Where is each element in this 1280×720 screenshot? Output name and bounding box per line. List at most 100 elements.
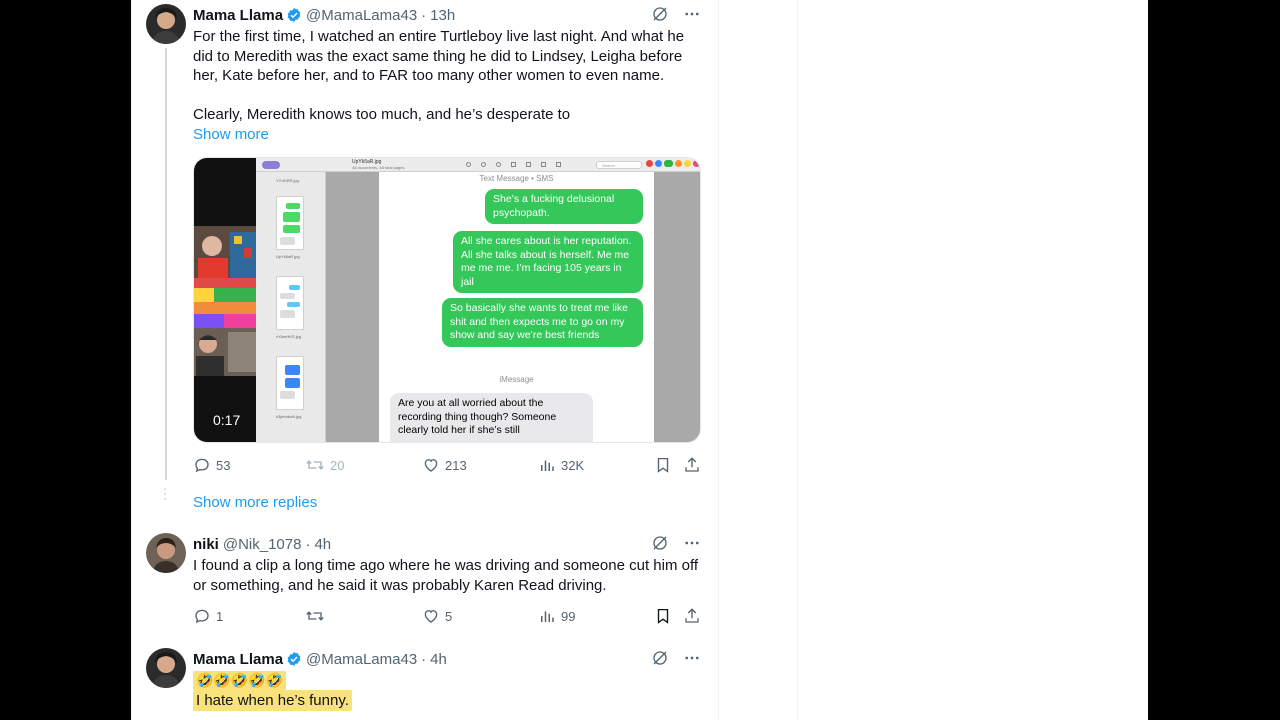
timestamp[interactable]: 4h: [430, 651, 447, 668]
heart-icon: [424, 459, 438, 472]
tweet-header: niki @Nik_1078 · 4h: [193, 534, 701, 554]
more-options-icon[interactable]: [683, 534, 701, 552]
column-divider-mid: [718, 0, 719, 720]
message-bubble-sent: She’s a fucking delusional psychopath.: [485, 189, 643, 224]
tweet[interactable]: Mama Llama @MamaLama43 · 4h 🤣🤣🤣🤣🤣 I hate…: [193, 649, 701, 711]
webcam-top: [194, 226, 256, 278]
message-bubble-sent: All she cares about is her reputation. A…: [453, 231, 643, 293]
reply-button[interactable]: 1: [193, 607, 223, 625]
emoji-highlight: 🤣🤣🤣🤣🤣: [193, 671, 287, 690]
tweet[interactable]: Mama Llama @MamaLama43 · 13h For the fir…: [193, 5, 701, 145]
sidebar-toggle-icon[interactable]: [262, 161, 280, 169]
repost-icon: [306, 611, 324, 621]
like-count: 213: [445, 457, 467, 473]
share-icon: [685, 608, 699, 623]
bookmark-icon: [657, 608, 669, 624]
avatar[interactable]: [146, 4, 186, 44]
handle[interactable]: @MamaLama43: [306, 651, 417, 668]
doc-viewer: UpYk5aR.jpg 48 documents, 48 total pages…: [256, 158, 700, 442]
video-left-panel: 0:17: [194, 158, 256, 442]
repost-icon: [306, 460, 324, 470]
timestamp[interactable]: 4h: [314, 536, 331, 553]
like-button[interactable]: 5: [422, 607, 452, 625]
show-more-link[interactable]: Show more: [193, 125, 269, 145]
share-button[interactable]: [683, 456, 701, 474]
tweet-actions: 53 20 213 32K: [193, 456, 701, 476]
more-options-icon[interactable]: [683, 649, 701, 667]
thumb-label: k3jmmkw6.jpg: [276, 414, 302, 419]
column-divider-left: [131, 0, 132, 720]
views-count: 99: [561, 608, 576, 624]
show-more-replies-link[interactable]: Show more replies: [193, 494, 317, 511]
toolbar-icons: [466, 162, 606, 168]
repost-button[interactable]: 20: [305, 456, 344, 474]
doc-margin-left: [326, 172, 379, 442]
separator-dot: ·: [305, 535, 311, 553]
message-bubble-sent: So basically she wants to treat me like …: [442, 298, 643, 347]
header-actions: [651, 649, 701, 667]
message-bubble-received: Are you at all worried about the recordi…: [390, 393, 593, 442]
grok-icon[interactable]: [651, 534, 669, 552]
thumb-label: UpYk5aR.jpg: [276, 254, 300, 259]
views-icon: [541, 611, 554, 622]
display-name[interactable]: Mama Llama: [193, 7, 283, 24]
video-media[interactable]: 0:17 UpYk5aR.jpg 48 documents, 48 total …: [193, 157, 701, 443]
tweet-header: Mama Llama @MamaLama43 · 4h: [193, 649, 701, 669]
tweet-actions: 1 5 99: [193, 607, 701, 627]
column-divider-right: [797, 0, 798, 720]
display-name[interactable]: Mama Llama: [193, 651, 283, 668]
tweet-header: Mama Llama @MamaLama43 · 13h: [193, 5, 701, 25]
reply-count: 53: [216, 457, 231, 473]
separator-dot: ·: [421, 6, 427, 24]
verified-badge-icon: [286, 651, 302, 667]
thread-dots: [164, 488, 167, 503]
avatar[interactable]: [146, 648, 186, 688]
reply-count: 1: [216, 608, 224, 624]
reply-button[interactable]: 53: [193, 456, 230, 474]
reply-icon: [195, 458, 209, 473]
views-button[interactable]: 32K: [538, 456, 584, 474]
thumbnail[interactable]: [276, 356, 304, 410]
doc-thumbnail-sidebar: YYUKER.jpg UpYk5aR.jpg vYAmHKS.jpg k3jmm…: [256, 172, 326, 442]
handle[interactable]: @MamaLama43: [306, 7, 417, 24]
thumb-label: YYUKER.jpg: [276, 178, 299, 183]
views-count: 32K: [561, 457, 585, 473]
toolbar-colored-dots: [646, 160, 700, 167]
sms-header: Text Message • SMS: [479, 174, 554, 183]
grok-icon[interactable]: [651, 649, 669, 667]
doc-toolbar: UpYk5aR.jpg 48 documents, 48 total pages…: [256, 158, 700, 172]
reply-icon: [195, 609, 209, 624]
header-actions: [651, 534, 701, 552]
video-timestamp: 0:17: [213, 412, 241, 428]
thumb-label: vYAmHKS.jpg: [276, 334, 302, 339]
more-options-icon[interactable]: [683, 5, 701, 23]
timeline-page: Mama Llama @MamaLama43 · 13h For the fir…: [131, 0, 1148, 720]
handle[interactable]: @Nik_1078: [223, 536, 302, 553]
imessage-label: iMessage: [499, 375, 534, 384]
display-name[interactable]: niki: [193, 536, 219, 553]
tweet-text-row: I hate when he’s funny.: [193, 690, 701, 711]
views-icon: [541, 460, 554, 471]
share-button[interactable]: [683, 607, 701, 625]
views-button[interactable]: 99: [538, 607, 575, 625]
like-button[interactable]: 213: [422, 456, 467, 474]
tweet-text: For the first time, I watched an entire …: [193, 28, 685, 123]
timestamp[interactable]: 13h: [430, 7, 455, 24]
doc-margin-right: [654, 172, 700, 442]
tweet-text: I found a clip a long time ago where he …: [193, 557, 699, 594]
doc-search-field[interactable]: Search: [596, 161, 642, 169]
thumbnail[interactable]: [276, 196, 304, 250]
thumbnail[interactable]: [276, 276, 304, 330]
bookmark-button[interactable]: [654, 456, 672, 474]
grok-icon[interactable]: [651, 5, 669, 23]
bookmark-button[interactable]: [654, 607, 672, 625]
bookmark-icon: [657, 457, 669, 473]
thread-line: [165, 48, 167, 480]
tweet[interactable]: niki @Nik_1078 · 4h I found a clip a lon…: [193, 534, 701, 595]
like-count: 5: [445, 608, 453, 624]
repost-count: 20: [330, 457, 345, 473]
separator-dot: ·: [421, 650, 427, 668]
webcam-bottom: [194, 328, 256, 376]
avatar[interactable]: [146, 533, 186, 573]
repost-button[interactable]: [305, 607, 330, 625]
